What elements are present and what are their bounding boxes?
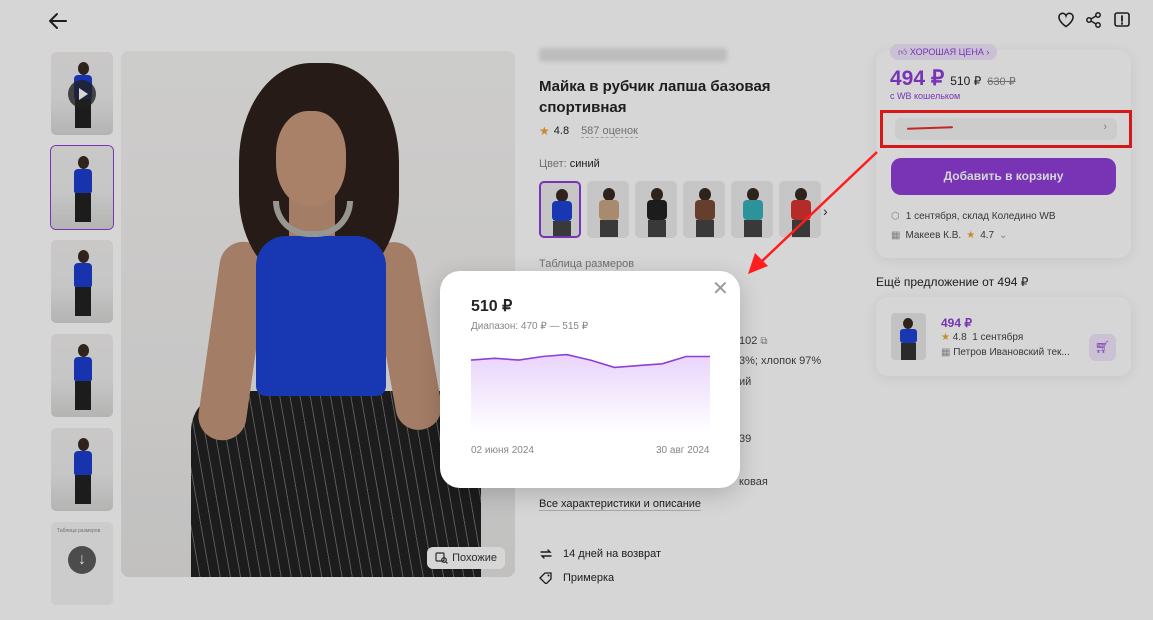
date-start: 02 июня 2024	[471, 445, 534, 456]
price-history-popup: ✕ 510 ₽ Диапазон: 470 ₽ — 515 ₽ 02 июня …	[440, 271, 740, 488]
date-end: 30 авг 2024	[656, 445, 710, 456]
product-page: Таблица размеров ↓ Похожие Майка в рубчи…	[0, 0, 1153, 620]
chart-area	[471, 354, 710, 433]
